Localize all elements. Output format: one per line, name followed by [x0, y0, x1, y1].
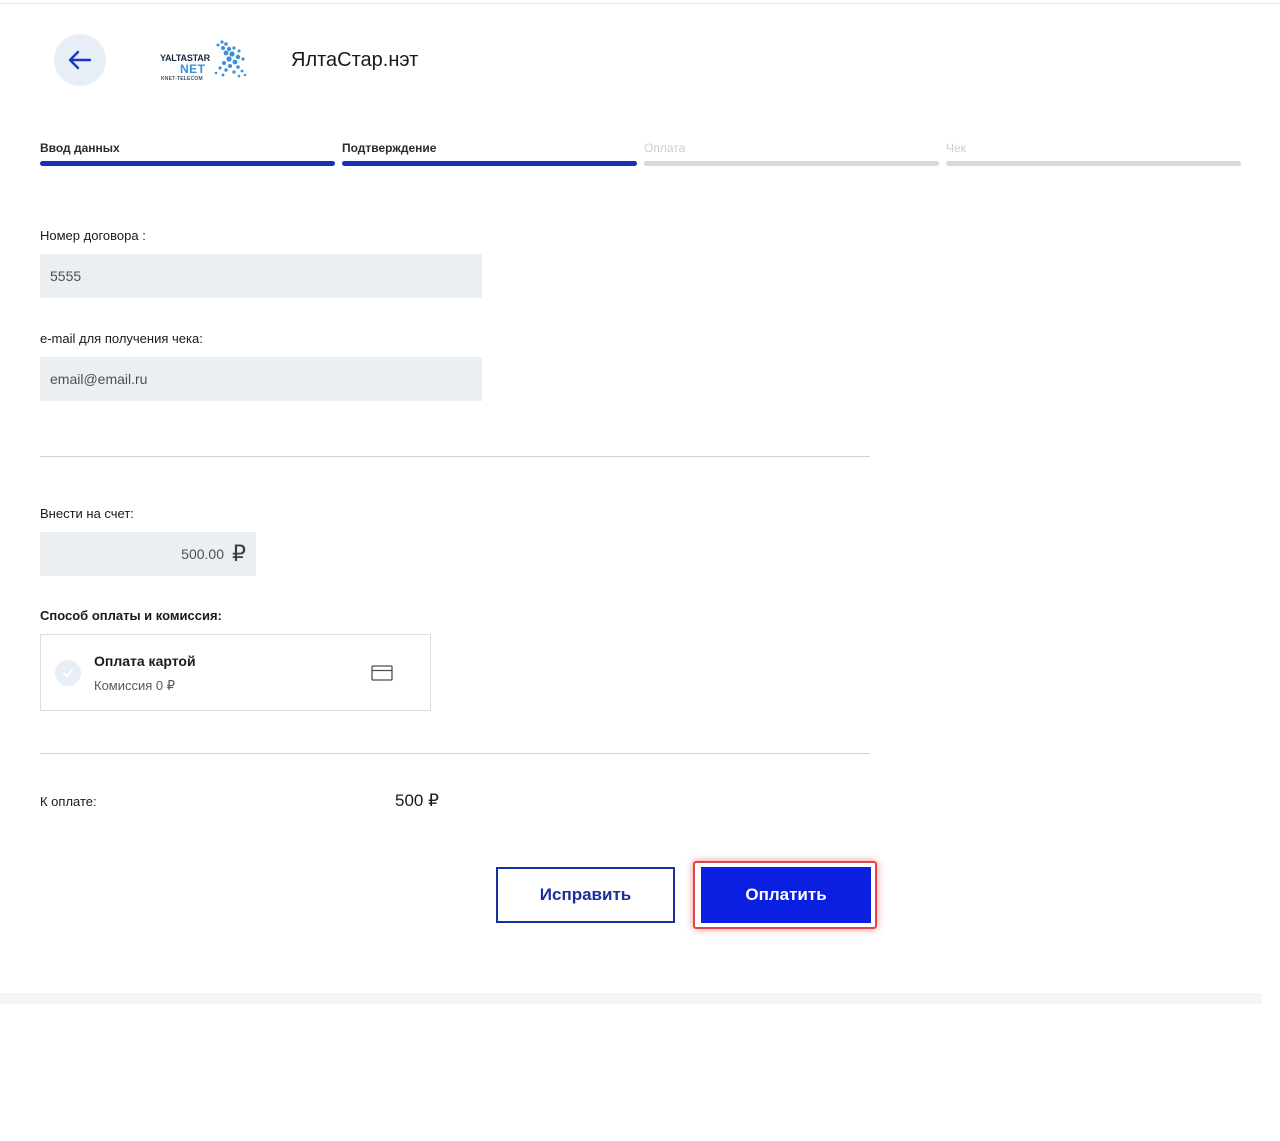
section-divider	[40, 456, 870, 457]
section-divider	[40, 753, 870, 754]
footer-band	[0, 993, 1262, 1004]
contract-label: Номер договора :	[40, 228, 146, 243]
payment-option-title: Оплата картой	[94, 653, 196, 669]
logo-text-net: NET	[180, 62, 206, 76]
amount-label: Внести на счет:	[40, 506, 134, 521]
pay-button[interactable]: Оплатить	[701, 867, 871, 923]
credit-card-icon	[371, 665, 393, 681]
ruble-icon: ₽	[232, 541, 246, 566]
amount-field[interactable]: 500.00 ₽	[40, 532, 256, 576]
payment-option-card[interactable]: Оплата картой Комиссия 0 ₽	[40, 634, 431, 711]
arrow-left-icon	[68, 50, 92, 70]
contract-field[interactable]: 5555	[40, 254, 482, 298]
email-field[interactable]: email@email.ru	[40, 357, 482, 401]
merchant-logo: YALTASTAR NET KNET-TELECOM	[156, 38, 248, 86]
total-label: К оплате:	[40, 794, 97, 809]
step-receipt: Чек	[946, 141, 1241, 166]
step-bar	[644, 161, 939, 166]
email-label: e-mail для получения чека:	[40, 331, 203, 346]
back-button[interactable]	[54, 34, 106, 86]
step-label: Подтверждение	[342, 141, 437, 155]
step-bar	[946, 161, 1241, 166]
payment-method-label: Способ оплаты и комиссия:	[40, 608, 222, 623]
top-divider	[0, 3, 1280, 4]
email-value: email@email.ru	[50, 371, 148, 387]
checkmark-icon	[55, 660, 81, 686]
contract-value: 5555	[50, 268, 82, 284]
step-bar	[342, 161, 637, 166]
step-label: Ввод данных	[40, 141, 120, 155]
progress-steps: Ввод данных Подтверждение Оплата Чек	[40, 141, 1242, 171]
step-bar	[40, 161, 335, 166]
total-value: 500 ₽	[395, 791, 439, 810]
payment-option-fee: Комиссия 0 ₽	[94, 678, 176, 693]
step-confirmation: Подтверждение	[342, 141, 637, 166]
amount-value: 500.00	[181, 546, 224, 562]
step-payment: Оплата	[644, 141, 939, 166]
merchant-title: ЯлтаСтар.нэт	[291, 49, 419, 71]
logo-text-knet: KNET-TELECOM	[161, 76, 203, 82]
edit-button[interactable]: Исправить	[496, 867, 675, 923]
step-label: Оплата	[644, 141, 686, 155]
step-label: Чек	[946, 141, 966, 155]
step-data-entry: Ввод данных	[40, 141, 335, 166]
